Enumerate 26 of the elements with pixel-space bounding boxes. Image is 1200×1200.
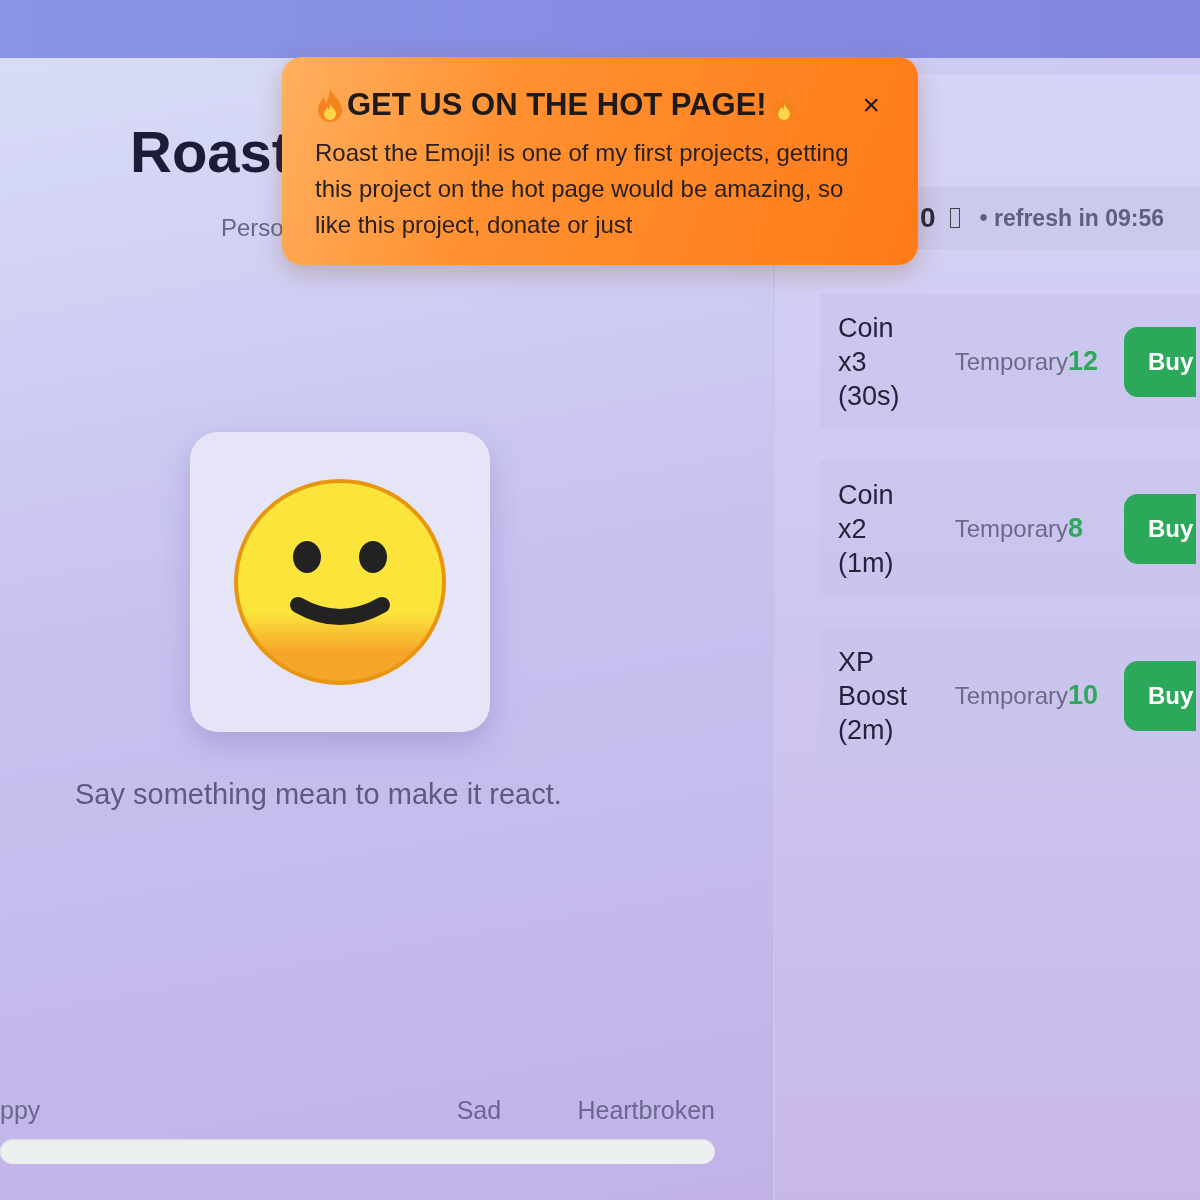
missing-glyph-icon: [949, 208, 960, 228]
buy-button[interactable]: Buy: [1124, 660, 1196, 731]
item-price: 12: [1068, 346, 1100, 377]
mood-label: ppy: [0, 1096, 41, 1125]
item-price: 8: [1068, 513, 1085, 544]
item-name: Coin x2 (1m): [838, 478, 895, 580]
emoji-caption: Say something mean to make it react.: [75, 778, 563, 811]
app-title: Roast: [130, 120, 292, 184]
item-name: XP Boost (2m): [838, 645, 909, 747]
toast-title: GET US ON THE HOT PAGE!: [347, 87, 767, 123]
item-type: Temporary: [953, 347, 1068, 376]
coin-count: 0: [920, 202, 936, 234]
buy-button[interactable]: Buy: [1124, 493, 1196, 564]
mood-label: Sad: [456, 1096, 502, 1125]
item-name: Coin x3 (30s): [838, 311, 901, 413]
close-button[interactable]: ×: [858, 88, 884, 122]
subtitle: Perso: [221, 214, 284, 242]
item-price: 10: [1068, 680, 1100, 711]
flame-icon: [315, 87, 345, 123]
toast-message: Roast the Emoji! is one of my first projects, getting this project on the hot page would be amazing, so like this project, donate or just: [315, 138, 850, 240]
mood-label: Heartbroken: [577, 1096, 715, 1125]
refresh-timer: • refresh in 09:56: [979, 204, 1165, 232]
item-type: Temporary: [953, 681, 1068, 710]
smiley-face-icon: [234, 479, 446, 685]
buy-button[interactable]: Buy: [1124, 326, 1196, 397]
item-type: Temporary: [953, 514, 1068, 543]
